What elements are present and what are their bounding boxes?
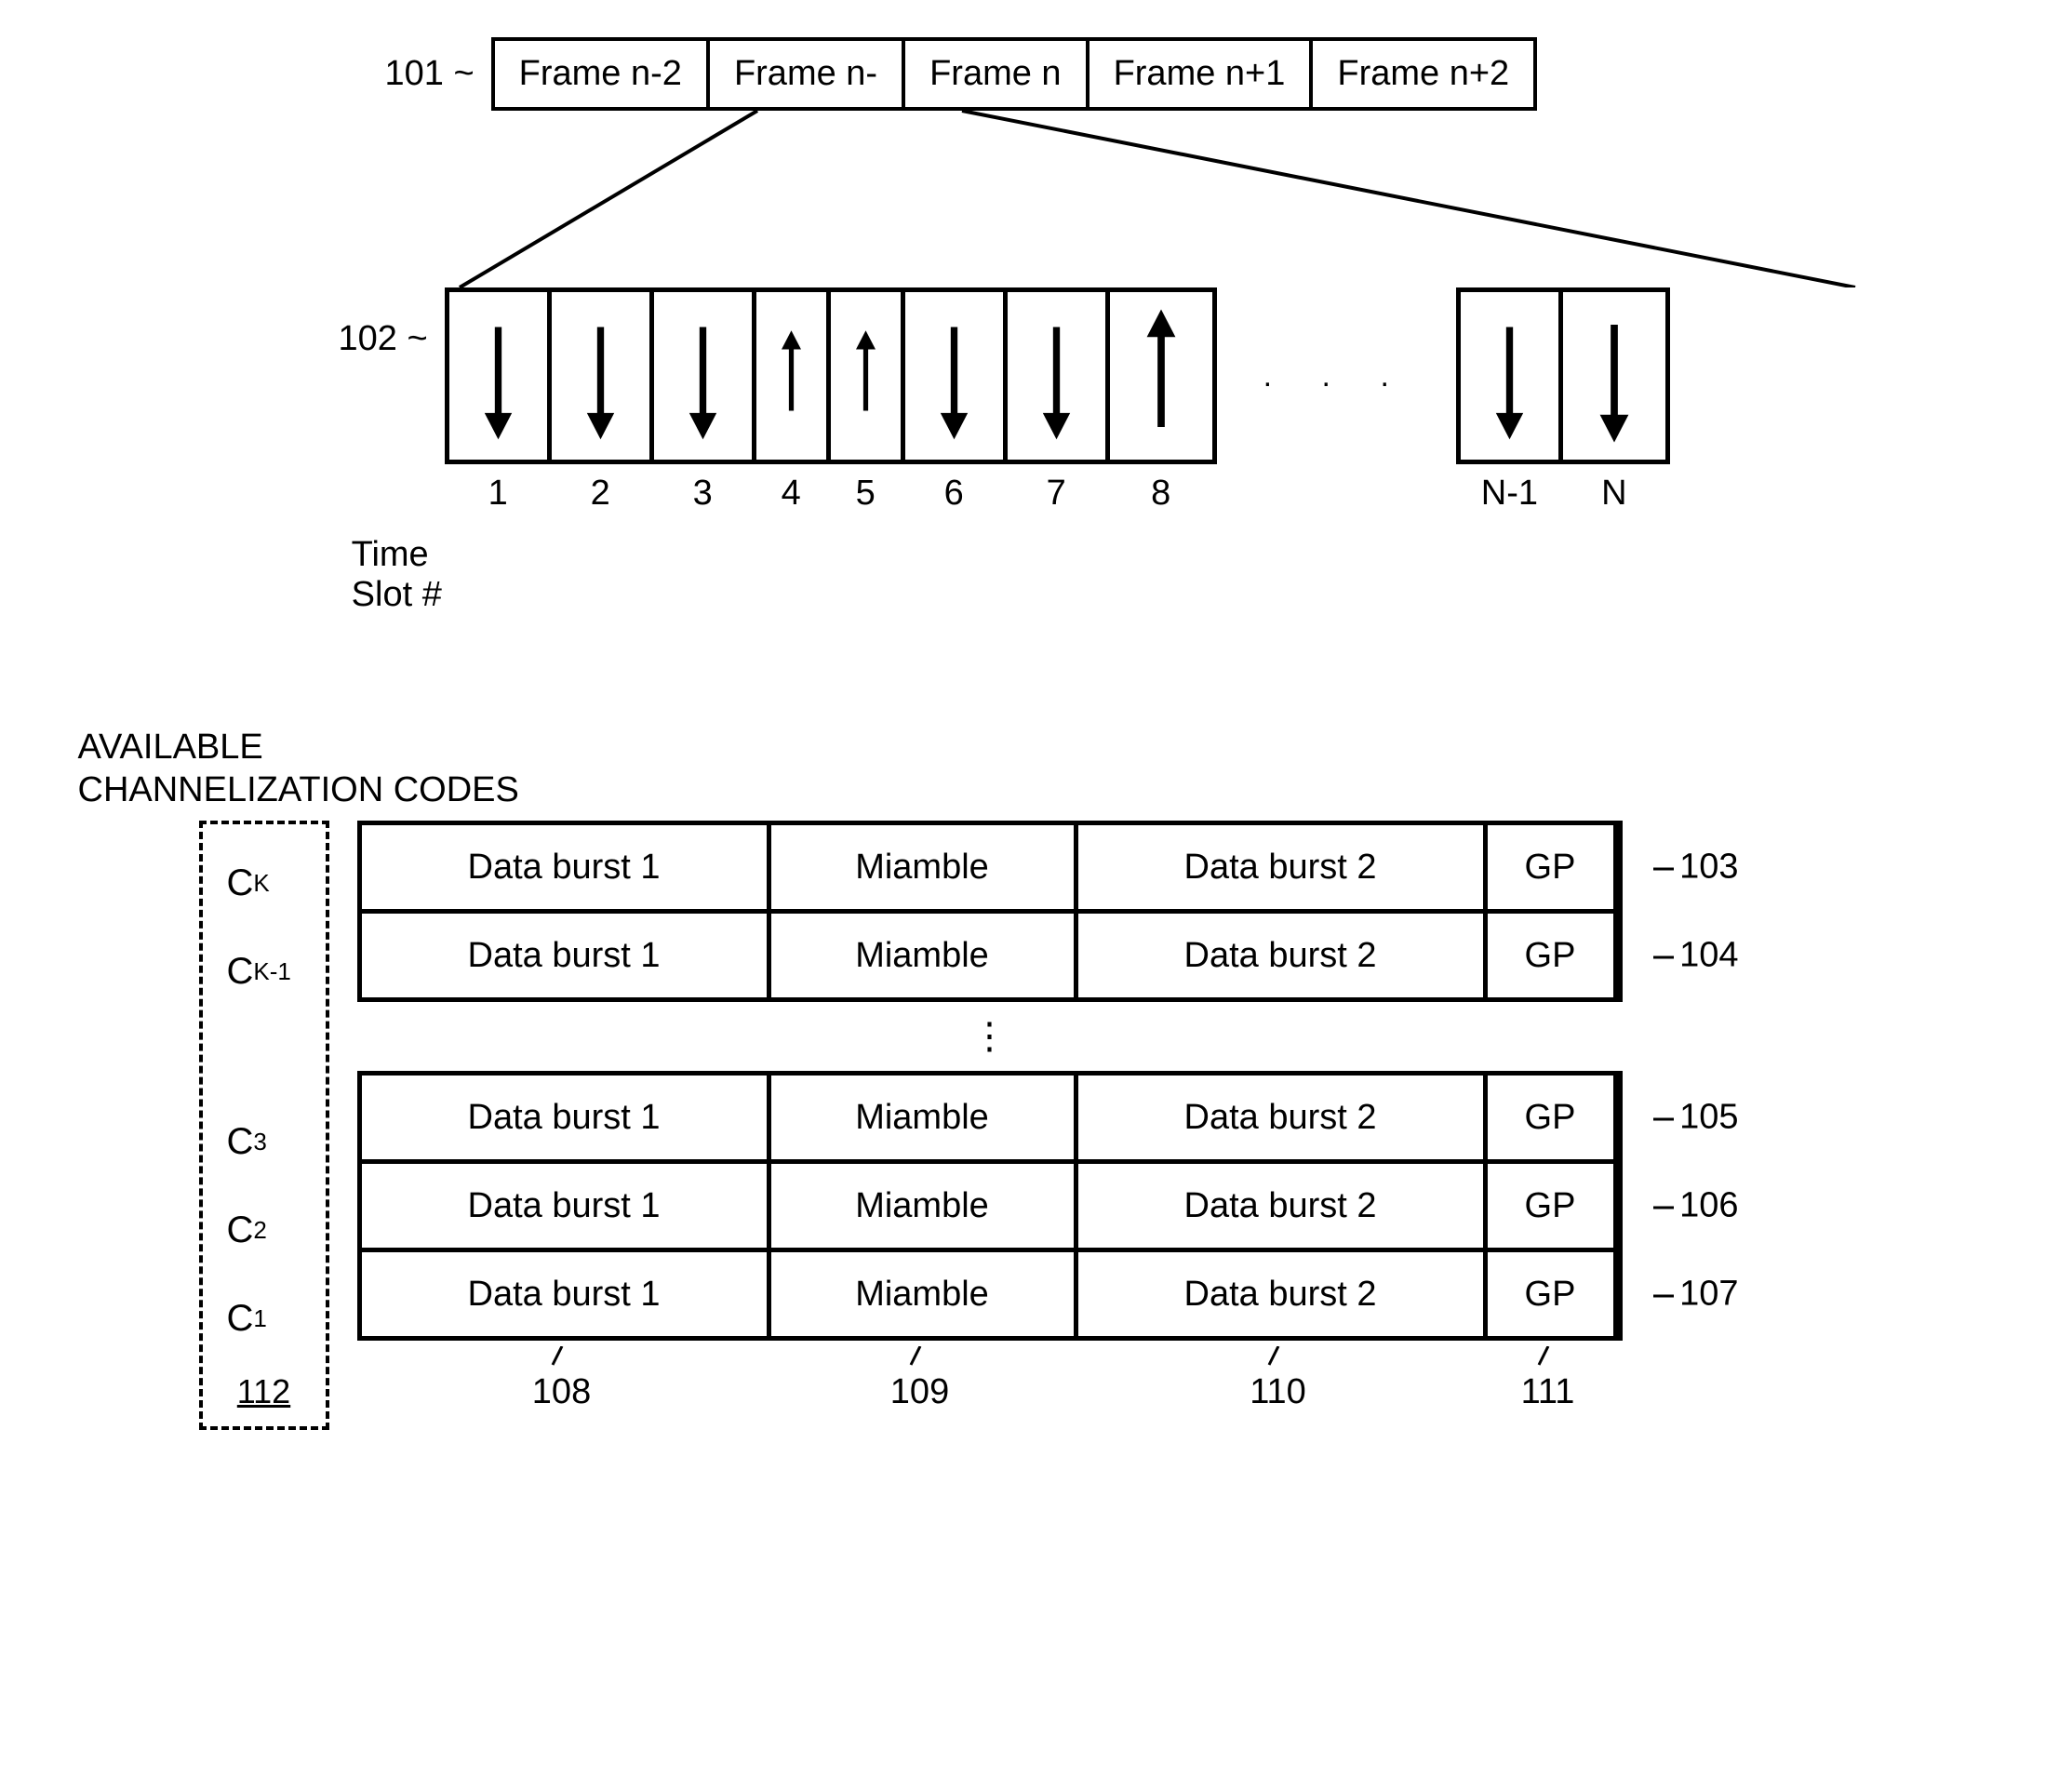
ref-102: 102 ~ <box>339 319 428 359</box>
slot-number: 3 <box>654 474 752 514</box>
frames-row: Frame n-2 Frame n- Frame n Frame n+1 Fra… <box>491 37 1538 111</box>
vertical-dots: ⋮ <box>357 1015 1623 1058</box>
burst-row: Data burst 1 Miamble Data burst 2 GP 103 <box>362 825 1618 914</box>
ref-106: 106 <box>1653 1186 1738 1226</box>
cell-gp: GP <box>1488 914 1618 997</box>
slot-number: N <box>1563 474 1665 514</box>
ref-105: 105 <box>1653 1098 1738 1138</box>
codes-column: CK CK-1 C3 C2 C1 112 <box>199 821 329 1430</box>
ref-111: 111 <box>1521 1372 1575 1412</box>
ref-108: 108 <box>532 1372 591 1412</box>
cell-midamble: Miamble <box>771 1252 1078 1336</box>
code-item: CK <box>227 839 301 928</box>
frame-cell: Frame n- <box>710 41 905 107</box>
arrow-down-icon <box>449 292 547 460</box>
cell-data2: Data burst 2 <box>1078 825 1488 909</box>
ellipsis: . . . <box>1263 358 1410 394</box>
cell-gp: GP <box>1488 1076 1618 1159</box>
cell-midamble: Miamble <box>771 914 1078 997</box>
burst-row: Data burst 1 Miamble Data burst 2 GP 104 <box>362 914 1618 997</box>
cell-data1: Data burst 1 <box>362 1252 771 1336</box>
slot-number: 2 <box>552 474 649 514</box>
ref-107: 107 <box>1653 1275 1738 1315</box>
tick-icon <box>906 1346 934 1369</box>
tick-icon <box>1264 1346 1292 1369</box>
arrow-up-icon <box>756 292 826 460</box>
ref-101: 101 ~ <box>385 54 475 94</box>
arrow-down-icon <box>654 292 752 460</box>
column-refs: 108 109 110 111 <box>357 1346 1623 1412</box>
slot-7: 7 <box>1008 292 1110 460</box>
code-item: CK-1 <box>227 928 301 1016</box>
timeslots-tail: N-1 N <box>1456 287 1670 464</box>
code-item: C1 <box>227 1275 301 1363</box>
slot-number: 4 <box>756 474 826 514</box>
cell-gp: GP <box>1488 1252 1618 1336</box>
slot-5: 5 <box>831 292 905 460</box>
cell-data1: Data burst 1 <box>362 1164 771 1248</box>
fanout-lines <box>404 111 2013 287</box>
arrow-up-icon <box>1110 292 1212 460</box>
arrow-down-icon <box>1008 292 1105 460</box>
cell-midamble: Miamble <box>771 1076 1078 1159</box>
cell-midamble: Miamble <box>771 825 1078 909</box>
arrow-down-icon <box>1461 292 1558 460</box>
arrow-down-icon <box>905 292 1003 460</box>
slot-1: 1 <box>449 292 552 460</box>
cell-gp: GP <box>1488 825 1618 909</box>
arrow-down-icon <box>552 292 649 460</box>
cell-data1: Data burst 1 <box>362 825 771 909</box>
cell-data1: Data burst 1 <box>362 1076 771 1159</box>
arrow-down-icon <box>1563 292 1665 460</box>
burst-group-bottom: Data burst 1 Miamble Data burst 2 GP 105… <box>357 1071 1623 1341</box>
slot-3: 3 <box>654 292 756 460</box>
slot-4: 4 <box>756 292 831 460</box>
burst-row: Data burst 1 Miamble Data burst 2 GP 107 <box>362 1252 1618 1336</box>
slot-2: 2 <box>552 292 654 460</box>
burst-group-top: Data burst 1 Miamble Data burst 2 GP 103… <box>357 821 1623 1002</box>
code-item: C2 <box>227 1186 301 1275</box>
slot-n-1: N-1 <box>1461 292 1563 460</box>
slot-6: 6 <box>905 292 1008 460</box>
ref-112: 112 <box>227 1372 301 1411</box>
slot-8: 8 <box>1110 292 1212 460</box>
burst-row: Data burst 1 Miamble Data burst 2 GP 105 <box>362 1076 1618 1164</box>
cell-data2: Data burst 2 <box>1078 1164 1488 1248</box>
ref-103: 103 <box>1653 848 1738 888</box>
slot-number: N-1 <box>1461 474 1558 514</box>
frame-cell: Frame n+2 <box>1313 41 1533 107</box>
cell-data1: Data burst 1 <box>362 914 771 997</box>
cell-data2: Data burst 2 <box>1078 1076 1488 1159</box>
frame-cell: Frame n+1 <box>1089 41 1314 107</box>
slot-number: 6 <box>905 474 1003 514</box>
slot-number: 7 <box>1008 474 1105 514</box>
ref-110: 110 <box>1250 1372 1306 1412</box>
slot-n: N <box>1563 292 1665 460</box>
cell-midamble: Miamble <box>771 1164 1078 1248</box>
ref-109: 109 <box>890 1372 949 1412</box>
tick-icon <box>548 1346 576 1369</box>
codes-title: AVAILABLE CHANNELIZATION CODES <box>78 727 2013 811</box>
frame-cell: Frame n <box>905 41 1089 107</box>
cell-gp: GP <box>1488 1164 1618 1248</box>
slot-number: 8 <box>1110 474 1212 514</box>
timeslot-label: Time Slot # <box>352 535 442 615</box>
code-item: C3 <box>227 1098 301 1186</box>
tick-icon <box>1534 1346 1562 1369</box>
frame-cell: Frame n-2 <box>495 41 710 107</box>
burst-row: Data burst 1 Miamble Data burst 2 GP 106 <box>362 1164 1618 1252</box>
ref-104: 104 <box>1653 936 1738 976</box>
timeslots-main: 1 2 3 4 5 <box>445 287 1217 464</box>
arrow-up-icon <box>831 292 901 460</box>
cell-data2: Data burst 2 <box>1078 1252 1488 1336</box>
cell-data2: Data burst 2 <box>1078 914 1488 997</box>
slot-number: 5 <box>831 474 901 514</box>
slot-number: 1 <box>449 474 547 514</box>
